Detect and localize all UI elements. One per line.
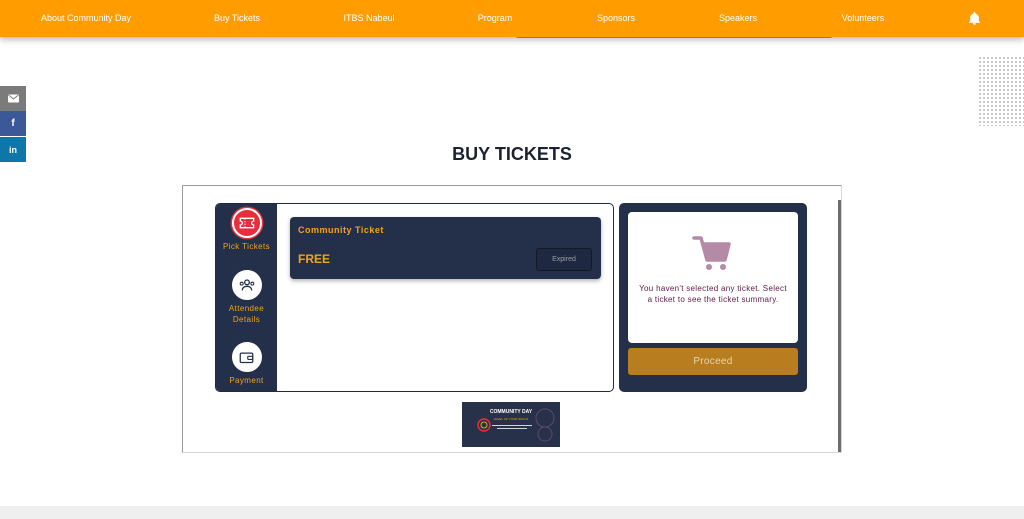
nav-item-about[interactable]: About Community Day <box>38 0 134 37</box>
wallet-icon <box>231 342 262 372</box>
nav-item-program[interactable]: Program <box>470 0 520 37</box>
ticket-price: FREE <box>298 252 331 266</box>
ticket-name: Community Ticket <box>298 225 384 235</box>
email-icon <box>7 90 19 108</box>
share-email-button[interactable] <box>0 86 26 111</box>
ticket-selection-panel: Pick Tickets Attendee Details Payment Co… <box>215 203 614 392</box>
step-label-pick-tickets: Pick Tickets <box>222 242 271 251</box>
nav-item-buy-tickets[interactable]: Buy Tickets <box>205 0 269 37</box>
ticket-card[interactable]: Community Ticket FREE Expired <box>290 217 601 279</box>
footer-strip <box>0 506 1024 519</box>
step-attendee-details[interactable]: Attendee Details <box>216 270 277 325</box>
attendees-icon <box>231 270 262 300</box>
share-facebook-button[interactable]: f <box>0 111 26 136</box>
nav-item-itbs-nabeul[interactable]: ITBS Nabeul <box>338 0 400 37</box>
page-title: BUY TICKETS <box>452 144 572 164</box>
nav-item-sponsors[interactable]: Sponsors <box>590 0 642 37</box>
step-label-attendee-details: Attendee Details <box>228 304 265 324</box>
bell-icon[interactable] <box>967 11 982 26</box>
ticket-summary-panel: You haven't selected any ticket. Select … <box>619 203 807 392</box>
nav-item-speakers[interactable]: Speakers <box>710 0 766 37</box>
community-day-banner: COMMUNITY DAY LEVEL UP YOUR SKILLS <box>462 402 560 447</box>
checkout-steps: Pick Tickets Attendee Details Payment <box>216 204 277 391</box>
cart-icon <box>692 234 732 272</box>
facebook-icon: f <box>11 118 15 129</box>
top-navigation: About Community Day Buy Tickets ITBS Nab… <box>0 0 1024 37</box>
ticket-status-button[interactable]: Expired <box>536 248 592 271</box>
banner-pattern-icon <box>535 408 555 442</box>
frame-scrollbar[interactable] <box>838 200 841 452</box>
nav-item-volunteers[interactable]: Volunteers <box>834 0 892 37</box>
step-label-payment: Payment <box>229 376 264 385</box>
banner-logo-icon <box>477 418 491 432</box>
empty-summary-message: You haven't selected any ticket. Select … <box>639 284 787 304</box>
summary-box: You haven't selected any ticket. Select … <box>628 212 798 343</box>
step-pick-tickets[interactable]: Pick Tickets <box>216 208 277 252</box>
ticket-icon <box>231 208 262 238</box>
banner-detail-line <box>492 425 532 426</box>
dots-decoration <box>978 56 1024 126</box>
proceed-button[interactable]: Proceed <box>628 348 798 375</box>
banner-detail-line <box>497 428 527 429</box>
step-payment[interactable]: Payment <box>216 342 277 386</box>
